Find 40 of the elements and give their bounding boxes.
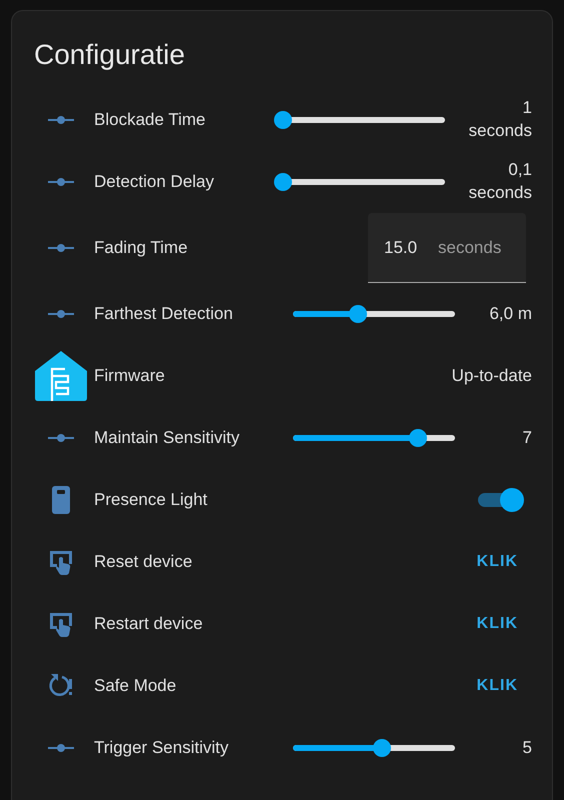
value-text: 1 seconds <box>468 97 532 142</box>
house-logo-icon <box>35 351 87 401</box>
value-text: 6,0 m <box>488 302 532 325</box>
value-text: 7 <box>522 426 532 449</box>
slider-thumb[interactable] <box>274 111 292 129</box>
klik-button[interactable]: KLIK <box>466 669 528 703</box>
row-label: Presence Light <box>94 490 208 510</box>
klik-button[interactable]: KLIK <box>466 607 528 641</box>
slider-icon <box>48 244 74 252</box>
row-label: Safe Mode <box>94 676 178 696</box>
toggle-switch[interactable] <box>478 488 524 512</box>
slider-icon <box>48 178 74 186</box>
row-label: Detection Delay <box>94 172 216 192</box>
slider-icon <box>48 434 74 442</box>
klik-button[interactable]: KLIK <box>466 545 528 579</box>
row-label: Blockade Time <box>94 110 206 130</box>
slider-icon <box>48 310 74 318</box>
number-input[interactable]: 15.0 <box>384 238 428 258</box>
row-label: Trigger Sensitivity <box>94 738 230 758</box>
restart-alert-icon <box>47 673 75 699</box>
slider-thumb[interactable] <box>373 739 392 757</box>
card-title: Configuratie <box>34 39 186 71</box>
value-text: 0,1 seconds <box>468 159 532 204</box>
switch-icon <box>52 486 70 514</box>
row-label: Reset device <box>94 552 194 572</box>
screen-tap-icon <box>48 549 74 575</box>
row-label: Farthest Detection <box>94 304 234 324</box>
unit-text: seconds <box>438 238 502 258</box>
row-label: Fading Time <box>94 238 189 258</box>
slider-thumb[interactable] <box>408 429 427 447</box>
row-label: Firmware <box>94 366 166 386</box>
row-label: Restart device <box>94 614 204 634</box>
value-text: 5 <box>522 736 532 759</box>
row-label: Maintain Sensitivity <box>94 428 241 448</box>
slider-icon <box>48 116 74 124</box>
slider-thumb[interactable] <box>348 305 367 323</box>
screen-tap-icon <box>48 611 74 637</box>
slider-thumb[interactable] <box>274 173 292 191</box>
status-text: Up-to-date <box>452 364 532 387</box>
slider-icon <box>48 744 74 752</box>
